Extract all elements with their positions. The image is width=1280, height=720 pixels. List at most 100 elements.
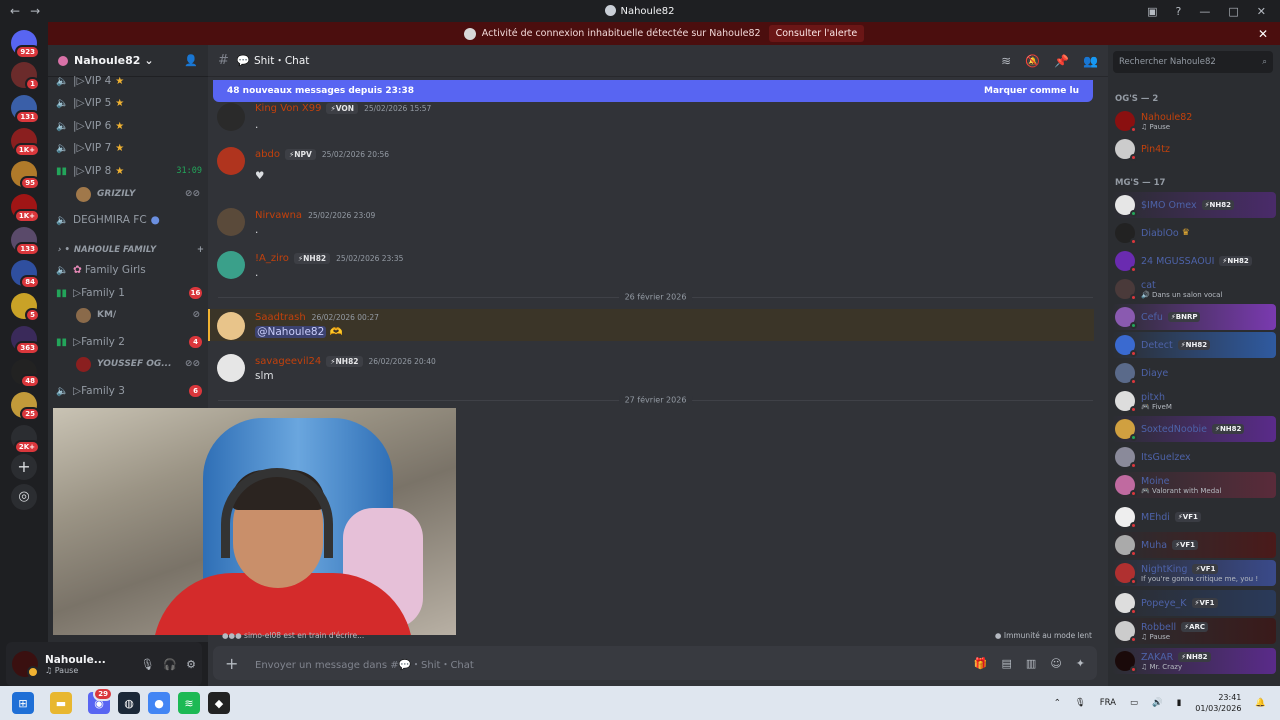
language-indicator[interactable]: FRA (1100, 698, 1116, 708)
server-icon[interactable]: 363 (11, 326, 40, 355)
voice-icon: 🔈 (56, 264, 69, 276)
member-item[interactable]: cat 🔊 Dans un salon vocal (1112, 276, 1276, 302)
chrome-icon[interactable]: ● (148, 692, 170, 714)
member-item[interactable]: NightKing ⚡VF1 If you're gonna critique me… (1112, 560, 1276, 586)
gif-icon[interactable]: ▤ (1002, 657, 1012, 670)
member-item[interactable]: Cefu ⚡BNRP (1112, 304, 1276, 330)
voice-user[interactable]: GRIZILY ⊘⊘ (76, 184, 200, 204)
channel-vip8[interactable]: ▮▮ |▷ VIP 8 ★ 31:09 (56, 161, 202, 181)
channel-vip6[interactable]: 🔈 |▷ VIP 6 ★ (56, 116, 202, 136)
threads-icon[interactable]: ≋ (1001, 54, 1011, 68)
server-icon[interactable]: 95 (11, 161, 40, 190)
avatar[interactable] (217, 251, 245, 279)
server-icon[interactable]: 48 (11, 359, 40, 388)
channel-family3[interactable]: 🔈 ▷ Family 36 (56, 381, 202, 401)
notifications-muted-icon[interactable]: 🔕 (1025, 54, 1040, 68)
message-composer[interactable]: + Envoyer un message dans #💬・Shit・Chat 🎁… (213, 646, 1097, 680)
server-icon[interactable]: 1 (11, 62, 40, 91)
microphone-icon[interactable]: 🎙 (140, 658, 154, 671)
maximize-icon[interactable]: □ (1228, 5, 1238, 18)
apps-icon[interactable]: ✦ (1076, 657, 1085, 670)
network-icon[interactable]: ▭ (1130, 698, 1138, 708)
voice-user[interactable]: KM/⊘ (76, 305, 200, 325)
user-mention[interactable]: @Nahoule82 (255, 326, 327, 338)
discover-icon[interactable]: ◎ (11, 484, 37, 510)
microphone-icon[interactable]: 🎙 (1075, 698, 1086, 708)
member-item[interactable]: 24 MGUSSAOUI ⚡NH82 (1112, 248, 1276, 274)
member-item[interactable]: ZAKAR ⚡NH82 ♫ Mr. Crazy (1112, 648, 1276, 674)
search-input[interactable]: Rechercher Nahoule82 ⌕ (1113, 51, 1273, 73)
server-folder[interactable]: 2K+ (11, 425, 40, 454)
avatar[interactable] (12, 651, 39, 678)
new-messages-bar[interactable]: 48 nouveaux messages depuis 23:38 Marque… (213, 80, 1093, 102)
server-icon[interactable]: 1K+ (11, 128, 40, 157)
channel-deghmira[interactable]: 🔈 DEGHMIRA FC ● (56, 210, 202, 230)
emoji-icon[interactable]: ☺ (1050, 657, 1061, 670)
member-item[interactable]: $IMO Omex ⚡NH82 (1112, 192, 1276, 218)
member-item[interactable]: ItsGuelzex (1112, 444, 1276, 470)
member-item[interactable]: DiablOo ♛ (1112, 220, 1276, 246)
message-input[interactable]: Envoyer un message dans #💬・Shit・Chat (255, 656, 474, 671)
add-attachment-icon[interactable]: + (225, 654, 245, 673)
help-icon[interactable]: ? (1176, 5, 1182, 18)
voice-live-icon: ▮▮ (56, 165, 68, 177)
server-icon[interactable]: 84 (11, 260, 40, 289)
server-icon[interactable]: 1K+ (11, 194, 40, 223)
voice-user[interactable]: YOUSSEF OG... ⊘⊘ (76, 354, 200, 374)
member-item[interactable]: Pin4tz (1112, 136, 1276, 162)
view-alert-button[interactable]: Consulter l'alerte (768, 25, 865, 42)
home-button[interactable]: 923 (11, 30, 40, 59)
avatar[interactable] (217, 354, 245, 382)
server-icon[interactable]: 131 (11, 95, 40, 124)
member-item[interactable]: Robbell ⚡ARC ♫ Pause (1112, 618, 1276, 644)
gift-icon[interactable]: 🎁 (974, 657, 988, 670)
file-explorer-icon[interactable]: ▬ (50, 692, 72, 714)
sticker-icon[interactable]: ▥ (1026, 657, 1036, 670)
spotify-icon[interactable]: ≋ (178, 692, 200, 714)
channel-vip7[interactable]: 🔈 |▷ VIP 7 ★ (56, 138, 202, 158)
discord-icon[interactable]: ◉ 29 (88, 687, 113, 714)
channel-vip5[interactable]: 🔈 |▷ VIP 5 ★ (56, 93, 202, 113)
minimize-icon[interactable]: — (1199, 5, 1210, 18)
app-icon[interactable]: ◆ (208, 692, 230, 714)
member-item[interactable]: SoxtedNoobie ⚡NH82 (1112, 416, 1276, 442)
members-list-icon[interactable]: 👥 (1083, 54, 1098, 68)
add-channel-icon[interactable]: + (197, 245, 204, 255)
settings-gear-icon[interactable]: ⚙ (186, 658, 196, 671)
invite-people-icon[interactable]: 👤 (184, 54, 198, 67)
pin-icon[interactable]: 📌 (1054, 54, 1069, 68)
member-item[interactable]: Detect ⚡NH82 (1112, 332, 1276, 358)
member-item[interactable]: Muha ⚡VF1 (1112, 532, 1276, 558)
member-item[interactable]: Moine 🎮 Valorant with Medal (1112, 472, 1276, 498)
channel-family2[interactable]: ▮▮ ▷ Family 24 (56, 332, 202, 352)
inbox-icon[interactable]: ▣ (1147, 5, 1157, 18)
avatar[interactable] (217, 208, 245, 236)
member-item[interactable]: Popeye_K ⚡VF1 (1112, 590, 1276, 616)
add-server-button[interactable]: + (11, 454, 37, 480)
clock[interactable]: 23:41 01/03/2026 (1195, 692, 1241, 714)
avatar[interactable] (217, 312, 245, 340)
headset-icon[interactable]: 🎧 (163, 658, 177, 671)
server-icon[interactable]: 5 (11, 293, 40, 322)
close-alert-icon[interactable]: ✕ (1258, 27, 1268, 41)
start-menu-icon[interactable]: ⊞ (12, 692, 34, 714)
channel-vip4[interactable]: 🔈 |▷ VIP 4 ★ (56, 71, 202, 91)
notifications-icon[interactable]: 🔔 (1255, 698, 1266, 708)
volume-icon[interactable]: 🔊 (1152, 698, 1163, 708)
category-header[interactable]: › • NAHOULE FAMILY + (58, 245, 204, 255)
avatar[interactable] (217, 103, 245, 131)
channel-family-girls[interactable]: 🔈 ✿ Family Girls (56, 260, 202, 280)
close-window-icon[interactable]: ✕ (1257, 5, 1266, 18)
tray-expand-icon[interactable]: ⌃ (1054, 698, 1061, 708)
battery-icon[interactable]: ▮ (1177, 698, 1182, 708)
channel-family1[interactable]: ▮▮ ▷ Family 1 16 (56, 283, 202, 303)
avatar[interactable] (217, 147, 245, 175)
server-icon[interactable]: 25 (11, 392, 40, 421)
member-item[interactable]: Nahoule82 ♫ Pause (1112, 108, 1276, 134)
mark-read-button[interactable]: Marquer comme lu (984, 86, 1079, 96)
server-icon[interactable]: 133 (11, 227, 40, 256)
member-item[interactable]: Diaye (1112, 360, 1276, 386)
member-item[interactable]: pitxh 🎮 FiveM (1112, 388, 1276, 414)
steam-icon[interactable]: ◍ (118, 692, 140, 714)
member-item[interactable]: MEhdi ⚡VF1 (1112, 504, 1276, 530)
